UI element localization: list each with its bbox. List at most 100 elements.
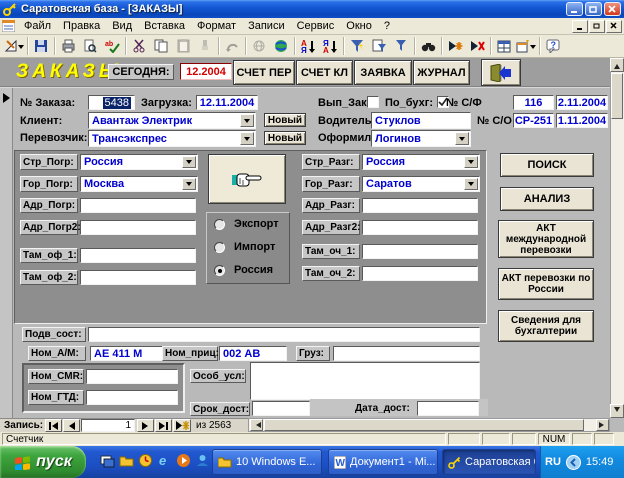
gor-pogr-combo[interactable]: Москва <box>80 176 198 192</box>
vertical-scroll-thumb[interactable] <box>611 73 623 119</box>
taskbar-task-saratov-db[interactable]: Саратовская б... <box>442 449 536 475</box>
close-button[interactable] <box>604 2 621 16</box>
exit-button[interactable] <box>481 59 521 86</box>
str-pogr-combo[interactable]: Россия <box>80 154 198 170</box>
tam-of2-field[interactable] <box>80 270 196 285</box>
mdi-restore-button[interactable] <box>589 19 605 33</box>
restore-button[interactable] <box>585 2 602 16</box>
dropdown-button[interactable] <box>464 156 478 168</box>
delete-record-button[interactable] <box>466 36 488 56</box>
cut-button[interactable] <box>128 36 150 56</box>
schedule-icon[interactable] <box>138 453 153 471</box>
so-no-field[interactable]: СР-251 <box>513 113 554 128</box>
tam-och1-field[interactable] <box>362 244 478 259</box>
scroll-right-button[interactable] <box>596 419 609 431</box>
start-button[interactable]: пуск <box>0 446 86 478</box>
show-desktop-icon[interactable] <box>100 453 115 471</box>
web-globe-button[interactable] <box>270 36 292 56</box>
podv-sost-field[interactable] <box>88 327 480 342</box>
new-record-button[interactable] <box>444 36 466 56</box>
menu-tools[interactable]: Сервис <box>291 19 341 33</box>
dropdown-button[interactable] <box>464 178 478 190</box>
tab-zhurnal-button[interactable]: ЖУРНАЛ <box>413 60 470 85</box>
tab-zayavka-button[interactable]: ЗАЯВКА <box>354 60 412 85</box>
so-date-field[interactable]: 1.11.2004 <box>556 113 608 128</box>
nom-am-field[interactable]: АЕ 411 М <box>90 346 170 361</box>
carrier-combo[interactable]: Трансэкспрес <box>88 130 256 147</box>
adr-razg-field[interactable] <box>362 198 478 213</box>
gruz-field[interactable] <box>333 346 480 361</box>
oformil-combo[interactable]: Логинов <box>371 130 471 147</box>
new-object-button[interactable] <box>515 36 537 56</box>
nom-pric-field[interactable]: 002 АВ <box>219 346 287 361</box>
vyp-zak-checkbox[interactable] <box>367 96 379 108</box>
horizontal-scroll-thumb[interactable] <box>264 419 584 431</box>
new-carrier-button[interactable]: Новый <box>264 131 306 145</box>
last-record-button[interactable] <box>155 419 172 432</box>
menu-edit[interactable]: Правка <box>57 19 106 33</box>
hyperlink-button[interactable] <box>248 36 270 56</box>
client-combo[interactable]: Авантаж Электрик <box>88 112 256 129</box>
sf-no-field[interactable]: 116 <box>513 95 554 110</box>
language-indicator[interactable]: RU <box>545 456 561 468</box>
copy-button[interactable] <box>150 36 172 56</box>
menu-window[interactable]: Окно <box>340 19 378 33</box>
srok-dost-field[interactable] <box>252 401 310 416</box>
radio-import[interactable] <box>214 242 225 253</box>
dropdown-button[interactable] <box>455 132 469 145</box>
ie-icon[interactable]: e <box>157 453 172 471</box>
new-client-button[interactable]: Новый <box>264 113 306 127</box>
save-button[interactable] <box>30 36 52 56</box>
undo-button[interactable] <box>221 36 243 56</box>
folder-icon[interactable] <box>119 453 134 471</box>
order-no-field[interactable]: 5438 <box>88 95 135 110</box>
adr-pogr-field[interactable] <box>80 198 196 213</box>
dropdown-button[interactable] <box>182 156 196 168</box>
taskbar-task-word-document[interactable]: W Документ1 - Mi... <box>328 449 438 475</box>
apply-filter-button[interactable] <box>390 36 412 56</box>
accounting-info-button[interactable]: Сведения для бухгалтерии <box>498 310 594 342</box>
print-preview-button[interactable] <box>79 36 101 56</box>
menu-records[interactable]: Записи <box>242 19 291 33</box>
adr-pogr2-field[interactable] <box>80 220 196 235</box>
hand-button[interactable] <box>208 154 286 204</box>
adr-razg2-field[interactable] <box>362 220 478 235</box>
find-button[interactable] <box>417 36 439 56</box>
help-button[interactable]: ? <box>542 36 564 56</box>
minimize-button[interactable] <box>566 2 583 16</box>
new-record-nav-button[interactable] <box>173 419 191 432</box>
filter-by-selection-button[interactable] <box>346 36 368 56</box>
view-button[interactable] <box>3 36 25 56</box>
taskbar-task-windows-explorer[interactable]: 10 Windows E... <box>212 449 322 475</box>
tam-och2-field[interactable] <box>362 266 478 281</box>
menu-insert[interactable]: Вставка <box>138 19 191 33</box>
radio-russia[interactable] <box>214 265 225 276</box>
current-record-field[interactable]: 1 <box>81 419 135 432</box>
sf-date-field[interactable]: 2.11.2004 <box>556 95 608 110</box>
tab-schet-kl-button[interactable]: СЧЕТ КЛ <box>296 60 353 85</box>
driver-field[interactable]: Стуклов <box>371 112 471 129</box>
scroll-up-button[interactable] <box>610 58 624 72</box>
form-system-icon[interactable] <box>2 20 15 32</box>
menu-help[interactable]: ? <box>378 19 396 33</box>
scroll-down-button[interactable] <box>610 404 624 418</box>
menu-view[interactable]: Вид <box>106 19 138 33</box>
mdi-minimize-button[interactable] <box>572 19 588 33</box>
format-painter-button[interactable] <box>194 36 216 56</box>
radio-export[interactable] <box>214 219 225 230</box>
scroll-left-button[interactable] <box>250 419 263 431</box>
paste-button[interactable] <box>172 36 194 56</box>
dropdown-button[interactable] <box>182 178 196 190</box>
nom-gtd-field[interactable] <box>86 390 178 405</box>
sort-descending-button[interactable]: ЯА <box>319 36 341 56</box>
sort-ascending-button[interactable]: АЯ <box>297 36 319 56</box>
search-button[interactable]: ПОИСК <box>500 153 594 177</box>
print-button[interactable] <box>57 36 79 56</box>
media-player-icon[interactable] <box>176 453 191 471</box>
osob-usl-field[interactable] <box>250 362 480 400</box>
nom-smr-field[interactable] <box>86 369 178 384</box>
previous-record-button[interactable] <box>63 419 80 432</box>
first-record-button[interactable] <box>45 419 62 432</box>
tab-schet-per-button[interactable]: СЧЕТ ПЕР <box>233 60 295 85</box>
dropdown-button[interactable] <box>240 114 254 127</box>
